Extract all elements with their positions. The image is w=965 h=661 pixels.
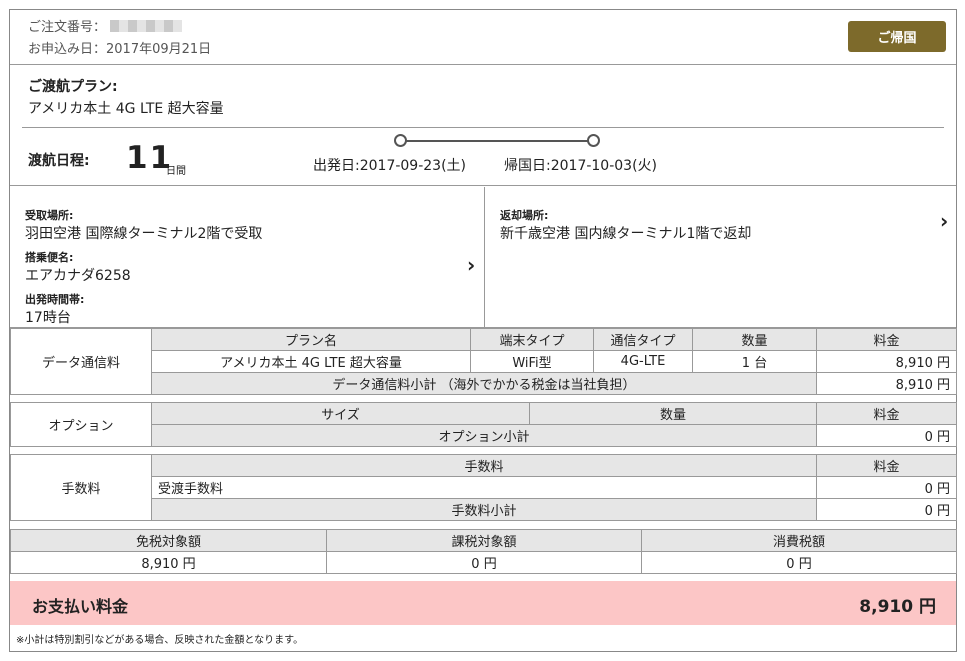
option-subtotal-label: オプション小計	[151, 424, 817, 447]
order-number-masked	[110, 20, 183, 32]
order-number-label: ご注文番号：	[28, 20, 107, 35]
col-option-price: 料金	[816, 402, 957, 425]
pickup-place: 羽田空港 国際線ターミナル2階で受取	[25, 226, 263, 242]
timeline-line	[406, 140, 598, 142]
return-date: 帰国日:2017-10-03(火)	[504, 158, 658, 174]
option-table: オプション サイズ 数量 料金 オプション小計 0 円	[10, 402, 957, 447]
taxable-amount: 0 円	[326, 551, 642, 574]
commission-section-label: 手数料	[10, 454, 152, 521]
payment-total: お支払い料金 8,910 円	[10, 581, 956, 625]
commission-table: 手数料 手数料 料金 受渡手数料 0 円 手数料小計 0 円	[10, 454, 957, 521]
chevron-right-icon[interactable]: ›	[467, 253, 475, 277]
table-row: アメリカ本土 4G LTE 超大容量 WiFi型 4G-LTE 1 台 8,91…	[11, 350, 957, 373]
travel-schedule: 渡航日程: 11 日間 出発日:2017-09-23(土) 帰国日:2017-1…	[10, 128, 956, 186]
footnote: ※小計は特別割引などがある場合、反映された金額となります。	[16, 635, 304, 646]
tax-free-amount: 8,910 円	[10, 551, 327, 574]
schedule-label: 渡航日程:	[28, 153, 90, 169]
pickup-panel[interactable]: 受取場所: 羽田空港 国際線ターミナル2階で受取 搭乗便名: エアカナダ6258…	[10, 187, 485, 327]
applied-date-value: 2017年09月21日	[106, 42, 212, 57]
travel-days-unit: 日間	[166, 166, 186, 177]
col-quantity: 数量	[692, 328, 817, 351]
cell-plan-name: アメリカ本土 4G LTE 超大容量	[151, 350, 471, 373]
option-section-label: オプション	[10, 402, 152, 447]
departure-date: 出発日:2017-09-23(土)	[313, 158, 467, 174]
plan-name: アメリカ本土 4G LTE 超大容量	[28, 101, 224, 117]
col-price: 料金	[816, 328, 957, 351]
order-card: ご注文番号： お申込み日：2017年09月21日 ご帰国 ご渡航プラン: アメリ…	[9, 9, 957, 652]
data-fee-subtotal: 8,910 円	[816, 372, 957, 395]
pickup-place-label: 受取場所:	[25, 209, 74, 222]
plan-title: ご渡航プラン:	[28, 79, 118, 95]
col-consumption-tax: 消費税額	[641, 529, 957, 552]
flight-label: 搭乗便名:	[25, 251, 74, 264]
table-row: 8,910 円 0 円 0 円	[10, 551, 957, 574]
applied-date-label: お申込み日：	[28, 42, 107, 57]
col-commission-price: 料金	[816, 454, 957, 477]
commission-subtotal: 0 円	[816, 498, 957, 521]
order-header: ご注文番号： お申込み日：2017年09月21日 ご帰国	[10, 10, 956, 65]
tax-summary-table: 免税対象額 課税対象額 消費税額 8,910 円 0 円 0 円	[10, 529, 957, 574]
col-device-type: 端末タイプ	[470, 328, 594, 351]
payment-total-amount: 8,910 円	[859, 597, 936, 617]
table-row: 受渡手数料 0 円	[11, 476, 957, 499]
data-fee-section-label: データ通信料	[10, 328, 152, 395]
timeline-end-dot	[587, 134, 600, 147]
cell-commission-price: 0 円	[816, 476, 957, 499]
cell-commission-name: 受渡手数料	[151, 476, 817, 499]
cell-network-type: 4G-LTE	[593, 350, 693, 373]
return-panel[interactable]: 返却場所: 新千歳空港 国内線ターミナル1階で返却 ›	[486, 187, 956, 327]
applied-date-line: お申込み日：2017年09月21日	[28, 38, 211, 57]
flight-number: エアカナダ6258	[25, 268, 131, 284]
pickup-return-section: 受取場所: 羽田空港 国際線ターミナル2階で受取 搭乗便名: エアカナダ6258…	[10, 187, 956, 328]
order-number-line: ご注文番号：	[28, 16, 183, 35]
return-place: 新千歳空港 国内線ターミナル1階で返却	[500, 226, 752, 242]
col-size: サイズ	[151, 402, 530, 425]
data-fee-table: データ通信料 プラン名 端末タイプ 通信タイプ 数量 料金 アメリカ本土 4G …	[10, 328, 957, 395]
commission-subtotal-label: 手数料小計	[151, 498, 817, 521]
timeline-start-dot	[394, 134, 407, 147]
travel-plan: ご渡航プラン: アメリカ本土 4G LTE 超大容量	[10, 66, 956, 126]
departure-time: 17時台	[25, 310, 71, 326]
cell-price: 8,910 円	[816, 350, 957, 373]
col-plan-name: プラン名	[151, 328, 471, 351]
consumption-tax-amount: 0 円	[641, 551, 957, 574]
col-taxable: 課税対象額	[326, 529, 642, 552]
col-tax-free: 免税対象額	[10, 529, 327, 552]
col-network-type: 通信タイプ	[593, 328, 693, 351]
payment-total-label: お支払い料金	[32, 597, 129, 616]
departure-time-label: 出発時間帯:	[25, 293, 85, 306]
col-option-quantity: 数量	[529, 402, 817, 425]
cell-device-type: WiFi型	[470, 350, 594, 373]
data-fee-subtotal-label: データ通信料小計 （海外でかかる税金は当社負担）	[151, 372, 817, 395]
option-subtotal: 0 円	[816, 424, 957, 447]
return-home-button[interactable]: ご帰国	[848, 21, 946, 52]
chevron-right-icon[interactable]: ›	[940, 209, 948, 233]
cell-quantity: 1 台	[692, 350, 817, 373]
return-place-label: 返却場所:	[500, 209, 549, 222]
col-commission: 手数料	[151, 454, 817, 477]
